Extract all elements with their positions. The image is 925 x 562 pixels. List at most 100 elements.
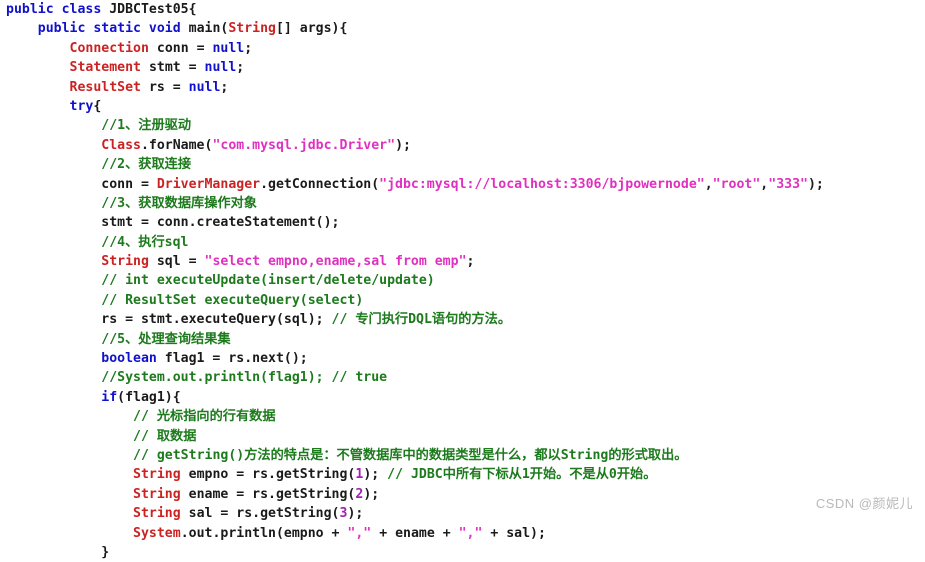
code-line: //2、获取连接 [0, 155, 925, 174]
code-token-type: System [133, 525, 181, 541]
code-token-str: "," [458, 525, 483, 541]
code-token-plain: ; [236, 60, 245, 76]
code-token-type: String [133, 467, 181, 483]
code-token-plain: main( [188, 21, 229, 37]
code-line: Statement stmt = null; [0, 58, 925, 77]
code-token-type: String [101, 254, 149, 270]
code-token-plain: ; [220, 79, 229, 95]
code-token-str: "root" [712, 176, 761, 192]
code-token-cmt: //System.out.println(flag1); // true [101, 370, 388, 386]
code-token-type: Connection [69, 40, 149, 56]
code-token-type: DriverManager [156, 176, 261, 192]
code-token-plain: (flag1){ [117, 389, 181, 405]
code-token-plain: sql = [148, 254, 205, 270]
code-line: // getString()方法的特点是：不管数据库中的数据类型是什么，都以St… [0, 446, 925, 465]
code-token-plain: } [101, 544, 110, 560]
code-token-kw: if [101, 389, 118, 405]
code-line: // 光标指向的行有数据 [0, 407, 925, 426]
code-token-kw: null [204, 60, 237, 76]
code-line: // ResultSet executeQuery(select) [0, 291, 925, 310]
code-token-plain: ); [363, 467, 388, 483]
code-line: //3、获取数据库操作对象 [0, 194, 925, 213]
code-line: ResultSet rs = null; [0, 78, 925, 97]
code-token-plain: rs = stmt.executeQuery(sql); [101, 312, 332, 328]
code-token-cmt: // 光标指向的行有数据 [133, 409, 276, 425]
code-token-plain: stmt = [141, 60, 205, 76]
code-token-kw: null [188, 79, 221, 95]
code-token-type: Statement [69, 60, 141, 76]
code-line: //1、注册驱动 [0, 116, 925, 135]
code-line: } [0, 543, 925, 562]
code-token-plain: JDBCTest05{ [109, 2, 197, 17]
code-line: System.out.println(empno + "," + ename +… [0, 524, 925, 543]
code-token-kw: public class [6, 2, 110, 17]
code-token-plain: ); [347, 506, 364, 522]
code-token-str: "," [347, 525, 372, 541]
code-line: stmt = conn.createStatement(); [0, 213, 925, 232]
code-line: // int executeUpdate(insert/delete/updat… [0, 271, 925, 290]
code-token-plain: ); [807, 176, 824, 192]
code-token-plain: .forName( [140, 137, 213, 153]
code-token-kw: try [69, 98, 94, 114]
code-token-str: "select empno,ename,sal from emp" [204, 254, 467, 270]
code-token-kw: public static void [37, 21, 189, 37]
code-token-cmt: //1、注册驱动 [101, 118, 192, 134]
code-token-plain: ; [466, 254, 475, 270]
watermark-label: CSDN @颜妮儿 [815, 496, 913, 511]
code-token-plain: ename = rs.getString( [180, 486, 356, 502]
code-line: if(flag1){ [0, 388, 925, 407]
code-token-type: String [228, 21, 276, 37]
code-token-type: String [133, 506, 181, 522]
code-token-kw: null [212, 40, 245, 56]
code-token-cmt: //4、执行sql [101, 234, 189, 250]
code-token-plain: { [93, 98, 102, 114]
code-token-plain: ; [244, 40, 253, 56]
code-token-type: ResultSet [69, 79, 141, 95]
code-token-plain: , [704, 176, 713, 192]
code-line: Connection conn = null; [0, 39, 925, 58]
code-line: String sql = "select empno,ename,sal fro… [0, 252, 925, 271]
code-line: //System.out.println(flag1); // true [0, 368, 925, 387]
code-token-plain: rs = [141, 79, 189, 95]
code-token-plain: + ename + [371, 525, 459, 541]
code-token-type: Class [101, 137, 141, 153]
code-token-cmt: // 取数据 [133, 428, 197, 444]
code-token-plain: ); [395, 137, 411, 153]
code-token-plain: + sal); [482, 525, 546, 541]
code-token-str: "com.mysql.jdbc.Driver" [212, 137, 396, 153]
code-token-plain: stmt = conn.createStatement(); [101, 215, 340, 231]
code-token-plain: .out.println(empno + [180, 525, 348, 541]
code-lines-container: public class JDBCTest05{ public static v… [0, 0, 925, 562]
code-line: public class JDBCTest05{ [0, 0, 925, 19]
code-line: String ename = rs.getString(2); [0, 485, 925, 504]
code-token-cmt: // getString()方法的特点是：不管数据库中的数据类型是什么，都以St… [133, 447, 688, 463]
code-token-cmt: //2、获取连接 [101, 157, 192, 173]
code-token-plain: flag1 = rs.next(); [156, 351, 308, 367]
code-token-plain: ); [363, 486, 380, 502]
code-token-type: String [133, 486, 181, 502]
code-token-plain: conn = [101, 176, 157, 192]
code-token-plain: sal = rs.getString( [180, 506, 340, 522]
code-line: conn = DriverManager.getConnection("jdbc… [0, 175, 925, 194]
